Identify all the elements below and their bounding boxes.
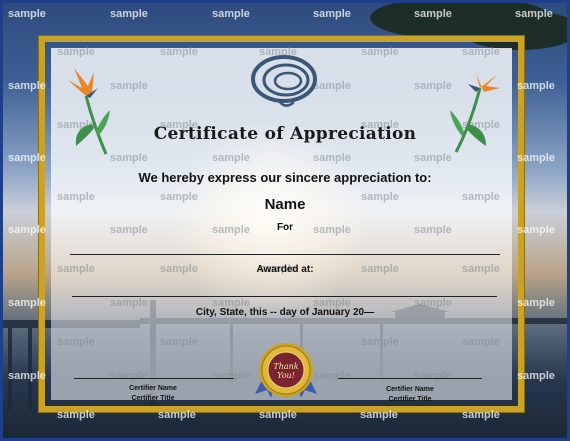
awarded-at-line xyxy=(72,296,497,297)
watermark: sample xyxy=(160,46,198,58)
seal-text-line2: You! xyxy=(277,371,295,380)
certifier-name-right: Certifier Name xyxy=(386,386,434,393)
watermark: sample xyxy=(57,409,95,421)
watermark: sample xyxy=(110,80,148,92)
watermark: sample xyxy=(414,8,452,20)
recipient-name: Name xyxy=(264,196,306,213)
watermark: sample xyxy=(517,152,555,164)
watermark: sample xyxy=(462,336,500,348)
watermark: sample xyxy=(110,370,148,382)
certificate-title: Certificate of Appreciation xyxy=(153,124,417,144)
watermark: sample xyxy=(57,336,95,348)
certifier-name-left: Certifier Name xyxy=(129,385,177,392)
for-label: For xyxy=(276,222,294,233)
watermark: sample xyxy=(517,80,555,92)
watermark: sample xyxy=(212,152,250,164)
bird-of-paradise-flower-icon xyxy=(68,68,110,155)
certifier-title-left: Certifier Title xyxy=(131,395,175,402)
watermark: sample xyxy=(160,336,198,348)
watermark: sample xyxy=(414,370,452,382)
signature-line-right xyxy=(338,378,482,379)
watermark: sample xyxy=(212,370,250,382)
swirl-logo-icon xyxy=(251,55,317,107)
location-date-text: City, State, this -- day of January 20— xyxy=(195,307,375,318)
watermark: sample xyxy=(361,336,399,348)
reason-line xyxy=(70,254,500,255)
watermark: sample xyxy=(462,46,500,58)
watermark: sample xyxy=(212,8,250,20)
watermark: sample xyxy=(110,152,148,164)
watermark: sample xyxy=(158,409,196,421)
watermark: sample xyxy=(8,370,46,382)
watermark: sample xyxy=(313,152,351,164)
signature-line-left xyxy=(74,378,234,379)
watermark: sample xyxy=(517,370,555,382)
watermark: sample xyxy=(462,409,500,421)
watermark: sample xyxy=(361,46,399,58)
watermark: sample xyxy=(515,8,553,20)
certifier-title-right: Certifier Title xyxy=(388,396,432,403)
intro-text: We hereby express our sincere appreciati… xyxy=(138,170,432,185)
watermark: sample xyxy=(8,152,46,164)
thank-you-seal-icon: Thank You! xyxy=(255,343,317,398)
awarded-at-label: Awarded at: xyxy=(256,264,314,275)
watermark: sample xyxy=(57,46,95,58)
bird-of-paradise-flower-icon xyxy=(450,74,500,153)
watermark: sample xyxy=(313,8,351,20)
watermark: sample xyxy=(110,8,148,20)
watermark: sample xyxy=(259,409,297,421)
seal-text-line1: Thank xyxy=(273,362,298,371)
watermark: sample xyxy=(8,80,46,92)
watermark: sample xyxy=(360,409,398,421)
watermark: sample xyxy=(8,8,46,20)
